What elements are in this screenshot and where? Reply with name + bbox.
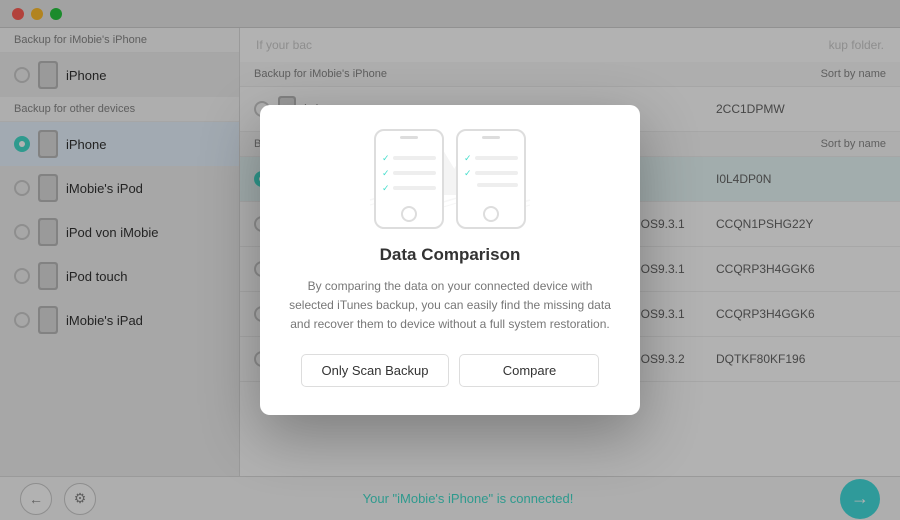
app-window: Backup for iMobie's iPhone iPhone Backup… bbox=[0, 0, 900, 520]
phone-left: ✓ ✓ ✓ bbox=[374, 129, 444, 229]
scan-backup-button[interactable]: Only Scan Backup bbox=[301, 354, 450, 387]
modal-title: Data Comparison bbox=[288, 245, 612, 265]
modal-description: By comparing the data on your connected … bbox=[288, 277, 612, 335]
modal-illustration: ✓ ✓ ✓ ✓ ✓ bbox=[288, 129, 612, 229]
data-comparison-modal: ✓ ✓ ✓ ✓ ✓ Data Comparison By comparing t… bbox=[260, 105, 640, 416]
compare-button[interactable]: Compare bbox=[459, 354, 599, 387]
phone-right: ✓ ✓ bbox=[456, 129, 526, 229]
modal-buttons: Only Scan Backup Compare bbox=[288, 354, 612, 387]
modal-overlay: ✓ ✓ ✓ ✓ ✓ Data Comparison By comparing t… bbox=[0, 0, 900, 520]
